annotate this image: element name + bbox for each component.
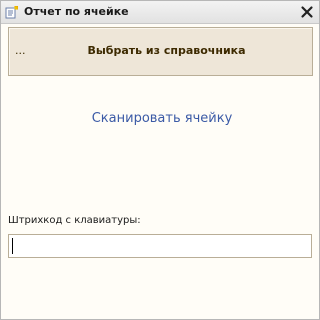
select-from-catalog-label: Выбрать из справочника (87, 44, 246, 57)
select-from-catalog-button[interactable]: ... Выбрать из справочника (8, 27, 313, 76)
title-bar: Отчет по ячейке (1, 1, 319, 24)
text-caret (12, 238, 13, 254)
barcode-label: Штрихкод с клавиатуры: (8, 215, 141, 226)
window-title: Отчет по ячейке (24, 5, 129, 18)
dialog-window: Отчет по ячейке ... Выбрать из справочни… (0, 0, 320, 320)
form-icon (5, 6, 18, 19)
scan-cell-link[interactable]: Сканировать ячейку (1, 111, 320, 127)
barcode-input[interactable] (8, 234, 312, 258)
close-icon[interactable] (299, 4, 315, 20)
